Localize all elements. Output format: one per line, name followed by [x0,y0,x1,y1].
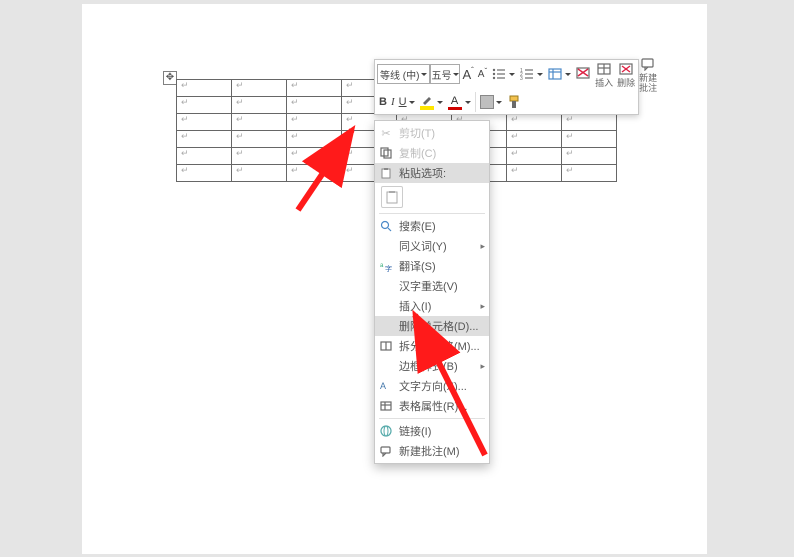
ctx-copy[interactable]: 复制(C) [375,143,489,163]
italic-button[interactable]: I [389,90,397,114]
ctx-paste-options [375,183,489,211]
table-properties-icon [379,399,393,413]
delete-button[interactable]: 删除 [615,60,637,88]
underline-button[interactable]: U [397,90,417,114]
bold-button[interactable]: B [377,90,389,114]
comment-icon [379,444,393,458]
ctx-separator [379,213,485,214]
scissors-icon: ✂ [379,126,393,140]
search-icon [379,219,393,233]
ctx-text-direction[interactable]: A文字方向(X)... [375,376,489,396]
delete-label: 删除 [617,78,635,88]
link-icon [379,424,393,438]
split-cells-icon [379,339,393,353]
ctx-synonyms[interactable]: 同义词(Y) [375,236,489,256]
translate-icon: a字 [379,259,393,273]
ctx-separator [379,418,485,419]
ctx-new-comment[interactable]: 新建批注(M) [375,441,489,461]
new-comment-label-1: 新建 [639,73,657,83]
paste-keep-source-button[interactable] [381,186,403,208]
ctx-split-cells[interactable]: 拆分单元格(M)... [375,336,489,356]
numbering-button[interactable]: 123 [517,62,545,86]
ctx-paste-options-label: 粘贴选项: [375,163,489,183]
font-color-button[interactable]: A [445,90,473,114]
clipboard-icon [379,166,393,180]
svg-text:3: 3 [520,76,523,80]
ctx-insert[interactable]: 插入(I) [375,296,489,316]
table-eraser-button[interactable] [573,62,593,86]
ctx-search[interactable]: 搜索(E) [375,216,489,236]
text-direction-icon: A [379,379,393,393]
mini-toolbar: 等线 (中) 五号 Aˆ Aˇ 123 插入 删除 新建 批注 B I U A [374,59,639,115]
context-menu: ✂剪切(T) 复制(C) 粘贴选项: 搜索(E) 同义词(Y) a字翻译(S) … [374,120,490,464]
ctx-hyperlink[interactable]: 链接(I) [375,421,489,441]
separator [475,92,476,112]
highlight-button[interactable] [417,90,445,114]
font-size-combo[interactable]: 五号 [430,64,460,84]
svg-text:字: 字 [385,264,392,272]
ctx-delete-cells[interactable]: 删除单元格(D)... [375,316,489,336]
table-move-handle[interactable]: ✥ [163,71,177,85]
bullets-button[interactable] [489,62,517,86]
svg-text:a: a [380,263,384,269]
grow-font-button[interactable]: Aˆ [460,62,475,86]
table-style-button[interactable] [545,62,573,86]
ctx-cut[interactable]: ✂剪切(T) [375,123,489,143]
insert-button[interactable]: 插入 [593,60,615,88]
format-painter-button[interactable] [504,90,524,114]
svg-text:A: A [380,381,386,391]
copy-icon [379,146,393,160]
shading-button[interactable] [478,90,504,114]
ctx-translate[interactable]: a字翻译(S) [375,256,489,276]
ctx-reconvert[interactable]: 汉字重选(V) [375,276,489,296]
new-comment-button[interactable]: 新建 批注 [637,55,659,93]
font-name-combo[interactable]: 等线 (中) [377,64,430,84]
insert-label: 插入 [595,78,613,88]
ctx-border-styles[interactable]: 边框样式(B) [375,356,489,376]
shrink-font-button[interactable]: Aˇ [476,62,489,86]
ctx-table-properties[interactable]: 表格属性(R)... [375,396,489,416]
new-comment-label-2: 批注 [639,83,657,93]
